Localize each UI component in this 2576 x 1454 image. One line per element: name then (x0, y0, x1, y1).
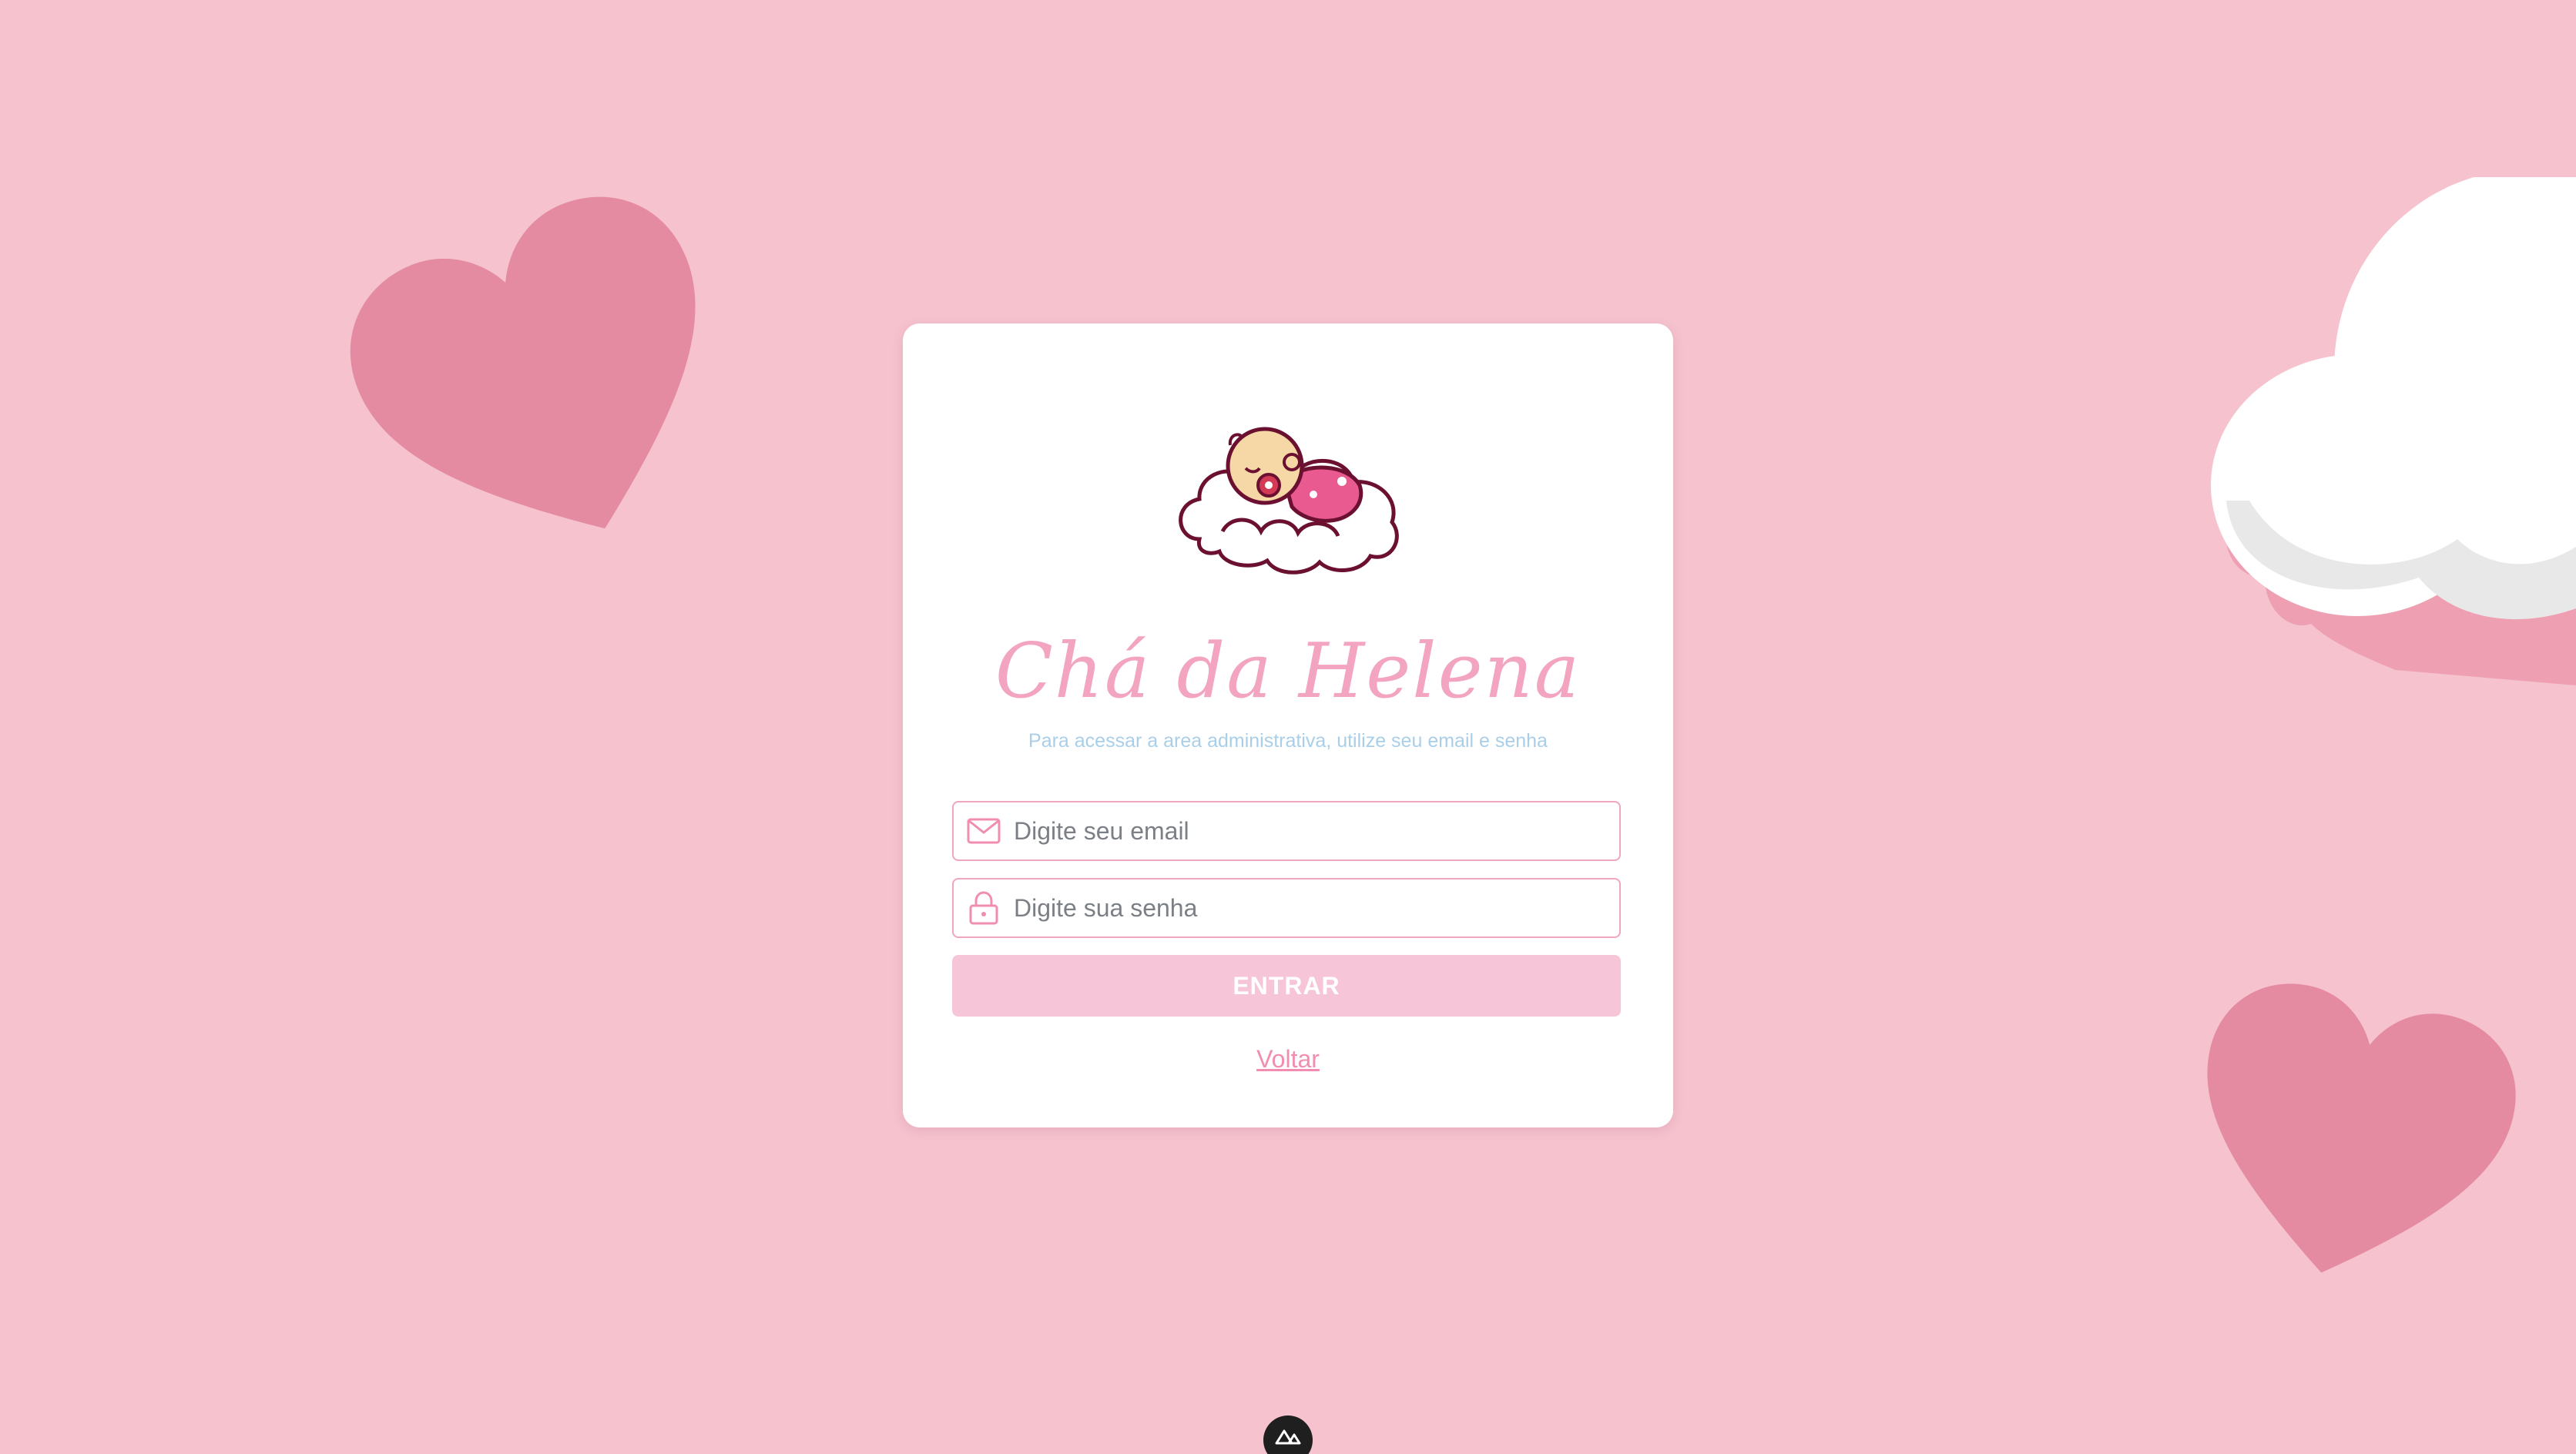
heart-decoration-left (350, 196, 696, 529)
page-title: Chá da Helena (995, 628, 1581, 715)
nuxt-logo-icon (1275, 1429, 1301, 1445)
password-input[interactable] (1012, 893, 1601, 923)
login-button[interactable]: ENTRAR (952, 955, 1621, 1017)
back-link[interactable]: Voltar (903, 1045, 1673, 1074)
sleeping-baby-logo (1179, 427, 1399, 575)
login-card: Chá da Helena Para acessar a area admini… (903, 323, 1673, 1127)
login-instructions: Para acessar a area administrativa, util… (1028, 730, 1548, 752)
password-field[interactable] (952, 878, 1621, 938)
envelope-icon (966, 813, 1001, 849)
heart-decoration-right (2207, 983, 2516, 1273)
email-field[interactable] (952, 801, 1621, 861)
email-input[interactable] (1012, 816, 1601, 846)
cloud-decoration-right (2211, 177, 2576, 685)
lock-icon (966, 890, 1001, 926)
devtools-toggle-button[interactable] (1263, 1415, 1313, 1454)
